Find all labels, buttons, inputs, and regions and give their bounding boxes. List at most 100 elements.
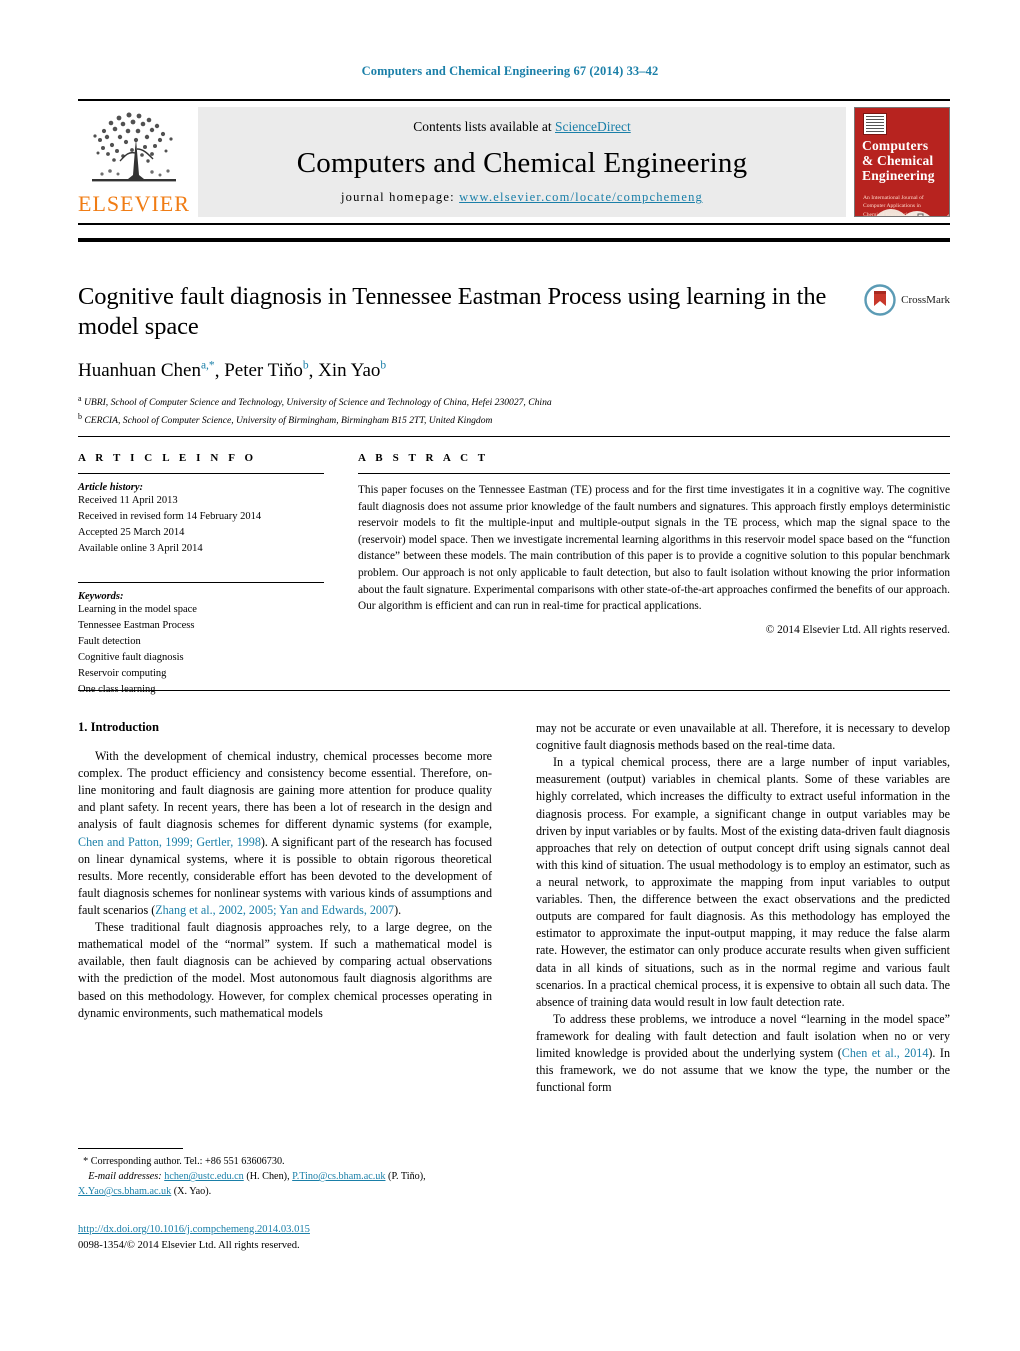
affiliation-list: a UBRI, School of Computer Science and T…: [78, 393, 950, 429]
article-first-page: Computers and Chemical Engineering 67 (2…: [0, 0, 1020, 1351]
article-history-label: Article history:: [78, 482, 144, 493]
author-name: Huanhuan Chen: [78, 360, 201, 382]
corresponding-author-text: Corresponding author. Tel.: +86 551 6360…: [90, 1156, 285, 1168]
citation-link[interactable]: Chen and Patton, 1999; Gertler, 1998: [78, 835, 261, 849]
article-info-divider: [78, 473, 324, 474]
contents-prefix: Contents lists available at: [413, 119, 555, 134]
body-column-right: may not be accurate or even unavailable …: [536, 720, 950, 1096]
corresponding-author-note: * Corresponding author. Tel.: +86 551 63…: [78, 1155, 492, 1170]
journal-homepage-line: journal homepage: www.elsevier.com/locat…: [341, 190, 703, 205]
keyword-item: Learning in the model space: [78, 603, 197, 615]
body-column-left: 1. Introduction With the development of …: [78, 720, 492, 1022]
article-info-heading: A R T I C L E I N F O: [78, 452, 257, 464]
cover-artwork-icon: [876, 209, 930, 216]
affiliation-text: CERCIA, School of Computer Science, Univ…: [84, 415, 493, 427]
article-history-item: Received in revised form 14 February 201…: [78, 510, 262, 522]
keywords-divider: [78, 581, 324, 583]
elsevier-logo: ELSEVIER: [78, 107, 190, 217]
keyword-item: Cognitive fault diagnosis: [78, 651, 184, 663]
body-paragraph: With the development of chemical industr…: [78, 748, 492, 919]
email-link[interactable]: P.Tino@cs.bham.ac.uk: [292, 1171, 385, 1182]
email-owner: (P. Tiňo): [388, 1171, 424, 1183]
keyword-item: Tennessee Eastman Process: [78, 619, 195, 631]
abstract-column: A B S T R A C T This paper focuses on th…: [358, 452, 950, 636]
page-title: Cognitive fault diagnosis in Tennessee E…: [78, 283, 827, 340]
body-paragraph: These traditional fault diagnosis approa…: [78, 919, 492, 1022]
band-bottom-rule: [78, 690, 950, 692]
abstract-text: This paper focuses on the Tennessee East…: [358, 484, 950, 613]
doi-block: http://dx.doi.org/10.1016/j.compchemeng.…: [78, 1222, 548, 1254]
email-addresses-note: E-mail addresses: hchen@ustc.edu.cn (H. …: [78, 1170, 492, 1200]
paragraph-text: may not be accurate or even unavailable …: [536, 721, 950, 753]
journal-masthead: ELSEVIER Contents lists available at Sci…: [78, 99, 950, 225]
affiliation-item: a UBRI, School of Computer Science and T…: [78, 393, 950, 411]
journal-title: Computers and Chemical Engineering: [296, 147, 748, 179]
corresponding-star: *: [83, 1156, 89, 1168]
author-entry: Xin Yaob: [318, 360, 386, 381]
affiliation-item: b CERCIA, School of Computer Science, Un…: [78, 411, 950, 429]
journal-cover-thumbnail: Computers & Chemical Engineering An Inte…: [854, 107, 950, 217]
citation-link[interactable]: Zhang et al., 2002, 2005; Yan and Edward…: [155, 903, 394, 917]
keyword-item: Fault detection: [78, 635, 141, 647]
cover-title-line-3: Engineering: [862, 168, 935, 184]
issn-copyright-line: 0098-1354/© 2014 Elsevier Ltd. All right…: [78, 1239, 300, 1251]
keyword-item: Reservoir computing: [78, 667, 167, 679]
cover-title-line-1: Computers: [862, 138, 929, 153]
email-owner: (X. Yao).: [173, 1185, 212, 1197]
section-heading-introduction: 1. Introduction: [78, 720, 159, 734]
crossmark-label: CrossMark: [901, 294, 950, 306]
citation-link[interactable]: Chen et al., 2014: [842, 1046, 929, 1060]
email-separator: ,: [423, 1171, 426, 1183]
cover-title: Computers & Chemical Engineering: [862, 138, 944, 183]
abstract-heading: A B S T R A C T: [358, 452, 489, 464]
affiliation-mark: b: [78, 412, 82, 422]
contents-available-line: Contents lists available at ScienceDirec…: [413, 119, 630, 135]
paragraph-text: These traditional fault diagnosis approa…: [78, 920, 492, 1020]
title-block: Cognitive fault diagnosis in Tennessee E…: [78, 282, 950, 429]
paragraph-text: In a typical chemical process, there are…: [536, 755, 950, 1009]
article-info-column: A R T I C L E I N F O Article history: R…: [78, 452, 324, 698]
article-history-item: Received 11 April 2013: [78, 495, 178, 506]
affiliation-text: UBRI, School of Computer Science and Tec…: [83, 397, 552, 409]
elsevier-wordmark: ELSEVIER: [78, 191, 190, 216]
author-name: Xin Yao: [318, 360, 381, 382]
journal-homepage-link[interactable]: www.elsevier.com/locate/compchemeng: [459, 190, 703, 204]
abstract-copyright: © 2014 Elsevier Ltd. All rights reserved…: [765, 623, 950, 636]
paragraph-text: With the development of chemical industr…: [78, 749, 492, 832]
paragraph-text: ).: [394, 902, 402, 917]
author-marks: a,*: [200, 359, 215, 372]
footnote-block: * Corresponding author. Tel.: +86 551 63…: [78, 1148, 492, 1200]
crossmark-icon: [864, 284, 896, 316]
keywords-label: Keywords:: [78, 590, 124, 602]
homepage-prefix: journal homepage:: [340, 190, 460, 204]
email-owner: (H. Chen): [246, 1171, 288, 1183]
author-marks: b: [380, 359, 387, 372]
abstract-divider: [358, 473, 950, 474]
email-addresses-label: E-mail addresses:: [88, 1171, 162, 1183]
author-entry: Huanhuan Chena,*: [78, 360, 215, 381]
doi-link[interactable]: http://dx.doi.org/10.1016/j.compchemeng.…: [78, 1224, 310, 1235]
article-history-item: Accepted 25 March 2014: [78, 526, 185, 538]
masthead-bottom-rule: [78, 238, 950, 242]
article-history-item: Available online 3 April 2014: [78, 542, 203, 554]
affiliation-mark: a: [78, 394, 82, 404]
email-link[interactable]: hchen@ustc.edu.cn: [164, 1171, 244, 1182]
cover-publisher-mark-icon: [863, 113, 887, 135]
body-paragraph: To address these problems, we introduce …: [536, 1011, 950, 1097]
email-link[interactable]: X.Yao@cs.bham.ac.uk: [78, 1186, 171, 1197]
author-separator: ,: [308, 360, 319, 382]
author-separator: ,: [214, 360, 225, 382]
crossmark-badge[interactable]: CrossMark: [864, 284, 950, 316]
author-name: Peter Tiňo: [224, 360, 303, 382]
band-top-rule: [78, 436, 950, 438]
running-head: Computers and Chemical Engineering 67 (2…: [361, 64, 659, 78]
body-paragraph: In a typical chemical process, there are…: [536, 754, 950, 1011]
elsevier-tree-icon: [92, 112, 176, 182]
author-entry: Peter Tiňob: [224, 360, 308, 381]
footnote-rule: [78, 1148, 183, 1150]
masthead-center-band: Contents lists available at ScienceDirec…: [198, 107, 846, 217]
cover-title-line-2: & Chemical: [862, 153, 934, 169]
sciencedirect-link[interactable]: ScienceDirect: [555, 119, 631, 134]
author-list: Huanhuan Chena,*, Peter Tiňob, Xin Yaob: [78, 360, 950, 382]
